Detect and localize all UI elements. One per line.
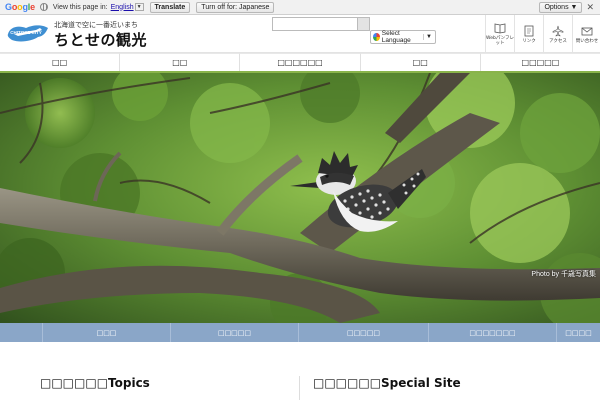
sub-nav-item[interactable]: □□□□ [557, 323, 600, 342]
translate-prompt: View this page in: [52, 3, 108, 11]
close-icon[interactable]: ✕ [586, 2, 594, 13]
chevron-down-icon: ▼ [423, 34, 432, 40]
util-label: アクセス [549, 38, 567, 44]
sub-nav: □□□ □□□□□ □□□□□ □□□□□□□ □□□□ [0, 323, 600, 342]
link-icon [524, 25, 534, 36]
mail-icon [581, 27, 593, 35]
target-language-link[interactable]: English [111, 4, 134, 11]
turn-off-translate-button[interactable]: Turn off for: Japanese [196, 1, 275, 13]
photo-credit: Photo by 千歳写真集 [531, 271, 596, 278]
sub-nav-item[interactable]: □□□□□□□ [429, 323, 557, 342]
google-icon [373, 33, 380, 41]
kingfisher-photo [0, 73, 600, 323]
language-select-label: Select Language [381, 30, 411, 44]
util-pamphlet[interactable]: Webパンフレット [485, 15, 514, 53]
main-nav: □□ □□ □□□□□□ □□ □□□□□ [0, 53, 600, 73]
sub-nav-item[interactable]: □□□□□ [299, 323, 429, 342]
search-input[interactable] [272, 17, 358, 31]
util-link[interactable]: リンク [514, 15, 543, 53]
sub-nav-item[interactable]: □□□ [43, 323, 171, 342]
book-icon [494, 23, 506, 34]
special-site-heading: □□□□□□Special Site [313, 376, 461, 390]
logo-text: CHITOSE CITY [10, 30, 41, 35]
sub-nav-item[interactable]: □□□□□ [171, 323, 299, 342]
util-contact[interactable]: 問い合わせ [572, 15, 600, 53]
main-nav-item[interactable]: □□ [120, 53, 241, 71]
main-nav-item[interactable]: □□ [0, 53, 121, 71]
translate-options-button[interactable]: Options ▼ [539, 1, 583, 13]
util-label: Webパンフレット [486, 36, 514, 46]
utility-links: Webパンフレット リンク アクセス 問い合わせ [485, 15, 600, 53]
language-dropdown-icon[interactable]: ▼ [134, 3, 144, 11]
chitose-city-logo[interactable]: CHITOSE CITY [6, 22, 50, 44]
util-access[interactable]: アクセス [543, 15, 572, 53]
translate-button[interactable]: Translate [149, 1, 191, 13]
google-translate-bar: Google View this page in: English ▼ Tran… [0, 0, 600, 15]
main-nav-item[interactable]: □□□□□ [480, 53, 600, 71]
hero-image: Photo by 千歳写真集 [0, 73, 600, 323]
airplane-icon [552, 25, 564, 36]
google-logo: Google [5, 2, 35, 12]
sub-nav-spacer [0, 323, 43, 342]
globe-icon [39, 3, 48, 11]
util-label: 問い合わせ [575, 38, 599, 44]
language-select[interactable]: Select Language ▼ [370, 30, 436, 44]
topics-heading: □□□□□□Topics [40, 376, 150, 390]
util-label: リンク [522, 38, 536, 44]
section-divider [299, 376, 300, 400]
site-title[interactable]: ちとせの観光 [54, 29, 147, 50]
main-nav-item[interactable]: □□□□□□ [240, 53, 361, 71]
search-button[interactable] [358, 17, 370, 31]
main-nav-item[interactable]: □□ [360, 53, 481, 71]
